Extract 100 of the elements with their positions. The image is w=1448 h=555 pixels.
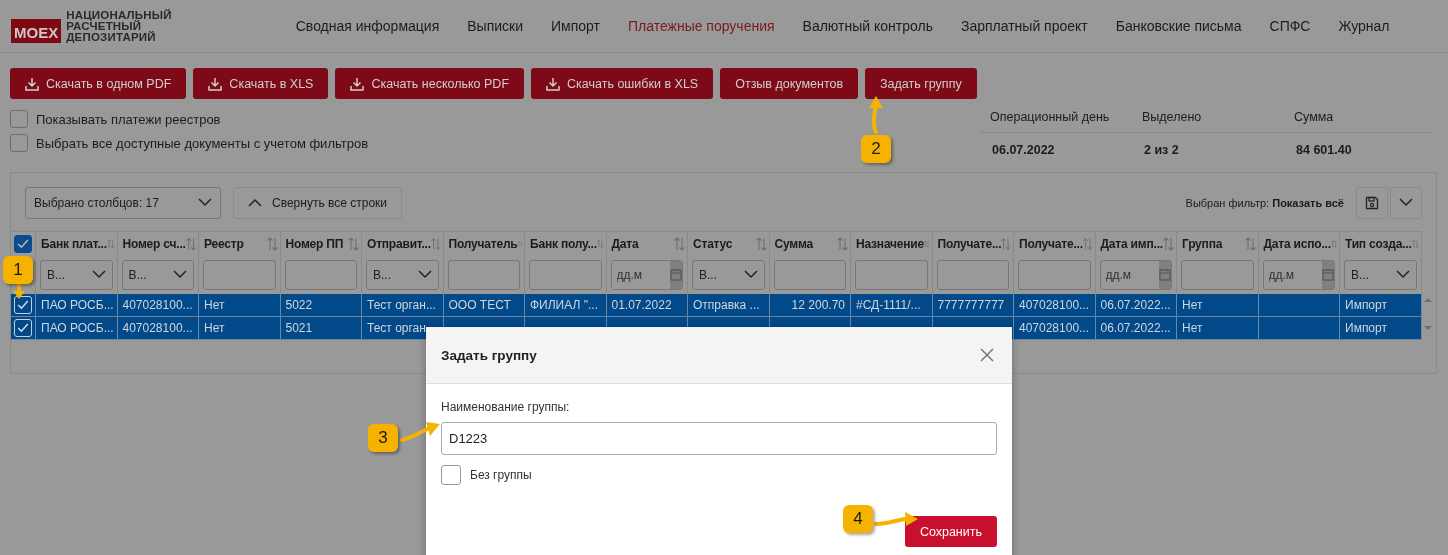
table-cell: 06.07.2022... bbox=[1100, 298, 1171, 312]
column-header[interactable]: Статус bbox=[693, 236, 733, 251]
callout-badge: 4 bbox=[843, 505, 873, 533]
filter-dropdown[interactable]: В... bbox=[40, 259, 113, 290]
column-header[interactable]: Дата испо... bbox=[1263, 236, 1331, 251]
checkbox-label: Без группы bbox=[470, 468, 532, 482]
chevron-down-icon bbox=[743, 270, 758, 279]
nav-link[interactable]: Платежные поручения bbox=[613, 18, 789, 34]
filter-dropdown[interactable]: В... bbox=[366, 259, 439, 290]
save-button[interactable]: Сохранить bbox=[904, 516, 997, 547]
filter-dropdown[interactable]: В... bbox=[692, 259, 765, 290]
filter-field[interactable] bbox=[773, 259, 846, 290]
nav-link[interactable]: Импорт bbox=[537, 18, 614, 34]
column-header[interactable]: Дата имп... bbox=[1100, 236, 1163, 251]
sort-icon bbox=[1244, 236, 1256, 251]
column-picker-dropdown[interactable]: Выбрано столбцов: 17 bbox=[25, 186, 221, 219]
filter-field[interactable] bbox=[284, 259, 357, 290]
date-filter-field[interactable]: дд.м bbox=[610, 259, 683, 290]
sort-icon bbox=[1001, 236, 1011, 251]
filter-field[interactable] bbox=[447, 259, 520, 290]
callout-arrow bbox=[10, 284, 28, 300]
filter-field[interactable] bbox=[1018, 259, 1091, 290]
column-header[interactable]: Получате... bbox=[1019, 236, 1083, 251]
date-filter-field[interactable]: дд.м bbox=[1262, 259, 1335, 290]
toolbar-button[interactable]: Скачать в XLS bbox=[193, 68, 329, 99]
filter-menu-button[interactable] bbox=[1390, 186, 1422, 219]
column-header[interactable]: Назначение bbox=[856, 236, 924, 251]
table-cell: Импорт bbox=[1345, 321, 1387, 335]
table-cell: 407028100... bbox=[122, 321, 193, 335]
column-header[interactable]: Отправит... bbox=[367, 236, 431, 251]
nav-link[interactable]: Выписки bbox=[453, 18, 537, 34]
checkbox[interactable] bbox=[10, 110, 28, 128]
filter-field[interactable] bbox=[936, 259, 1009, 290]
filter-dropdown[interactable]: В... bbox=[121, 259, 194, 290]
nav-link[interactable]: СПФС bbox=[1255, 18, 1325, 34]
summary-value: 2 из 2 bbox=[1143, 142, 1180, 157]
column-header[interactable]: Реестр bbox=[204, 236, 244, 251]
nav-link[interactable]: Валютный контроль bbox=[788, 18, 947, 34]
column-header[interactable]: Номер ПП bbox=[285, 236, 344, 251]
column-header[interactable]: Получатель bbox=[448, 236, 518, 251]
column-header[interactable]: Дата bbox=[611, 236, 639, 251]
checkbox[interactable] bbox=[441, 465, 461, 485]
table-cell: Нет bbox=[204, 298, 225, 312]
table-cell: Нет bbox=[204, 321, 225, 335]
table-cell: 407028100... bbox=[122, 298, 193, 312]
table-cell: ООО ТЕСТ bbox=[448, 298, 511, 312]
sort-icon bbox=[348, 236, 359, 251]
table-cell: ПАО РОСБ... bbox=[41, 321, 114, 335]
chevron-down-icon bbox=[1395, 270, 1410, 279]
download-icon bbox=[350, 76, 365, 91]
column-header[interactable]: Номер сч... bbox=[122, 236, 186, 251]
callout-badge: 3 bbox=[368, 424, 398, 452]
calendar-icon bbox=[669, 268, 682, 281]
sort-icon bbox=[185, 236, 196, 251]
nav-link[interactable]: Сводная информация bbox=[281, 18, 454, 34]
callout-badge: 2 bbox=[861, 135, 891, 163]
download-icon bbox=[546, 76, 561, 91]
column-header[interactable]: Банк плат... bbox=[41, 236, 107, 251]
summary-label: Операционный день bbox=[980, 110, 1132, 133]
logo-mark: MOEX bbox=[11, 19, 62, 43]
table-cell: Импорт bbox=[1345, 298, 1387, 312]
column-header[interactable]: Сумма bbox=[774, 236, 813, 251]
filter-field[interactable] bbox=[855, 259, 928, 290]
column-header[interactable]: Тип созда... bbox=[1345, 236, 1412, 251]
column-header[interactable]: Получате... bbox=[937, 236, 1002, 251]
callout-badge: 1 bbox=[3, 256, 33, 284]
chevron-down-icon bbox=[198, 198, 212, 207]
table-cell: 407028100... bbox=[1019, 321, 1090, 335]
date-filter-field[interactable]: дд.м bbox=[1099, 259, 1172, 290]
sort-icon bbox=[837, 236, 848, 251]
chevron-down-icon bbox=[1399, 198, 1413, 207]
sort-icon bbox=[266, 236, 278, 251]
toolbar-button[interactable]: Скачать ошибки в XLS bbox=[531, 68, 714, 99]
select-all-checkbox[interactable] bbox=[14, 234, 32, 253]
collapse-rows-button[interactable]: Свернуть все строки bbox=[233, 186, 402, 219]
filter-field[interactable] bbox=[203, 259, 276, 290]
nav-link[interactable]: Журнал bbox=[1324, 18, 1404, 34]
download-icon bbox=[208, 76, 223, 91]
nav-link[interactable]: Зарплатный проект bbox=[946, 18, 1102, 34]
filter-note: Выбран фильтр: Показать всё bbox=[1185, 196, 1344, 209]
toolbar-button[interactable]: Задать группу bbox=[865, 68, 977, 99]
chevron-down-icon bbox=[417, 270, 432, 279]
logo-text: ДЕПОЗИТАРИЙ bbox=[66, 31, 157, 43]
toolbar-button[interactable]: Отзыв документов bbox=[720, 68, 859, 99]
field-label: Наименование группы: bbox=[441, 400, 571, 414]
column-header[interactable]: Группа bbox=[1182, 236, 1223, 251]
filter-dropdown[interactable]: В... bbox=[1344, 259, 1417, 290]
save-filter-button[interactable] bbox=[1356, 186, 1388, 219]
group-name-field[interactable]: D1223 bbox=[441, 422, 997, 455]
nav-link[interactable]: Банковские письма bbox=[1101, 18, 1256, 34]
table-row[interactable]: ПАО РОСБ... 407028100... Нет 5022 Тест орган... ООО ТЕСТ ФИЛИАЛ "... 01.07.2022 Отправка ... 12 200.70 #СД-1111/... 7777777777 407028100... 06.07.2022... Нет Импорт bbox=[11, 294, 1422, 317]
filter-field[interactable] bbox=[529, 259, 602, 290]
close-button[interactable] bbox=[978, 346, 996, 364]
filter-field[interactable] bbox=[1181, 259, 1254, 290]
toolbar-button[interactable]: Скачать несколько PDF bbox=[335, 68, 525, 99]
row-checkbox[interactable] bbox=[14, 319, 32, 337]
checkbox[interactable] bbox=[10, 134, 28, 152]
toolbar-button[interactable]: Скачать в одном PDF bbox=[10, 68, 187, 99]
summary-value: 84 601.40 bbox=[1295, 142, 1353, 157]
column-header[interactable]: Банк полу... bbox=[530, 236, 597, 251]
